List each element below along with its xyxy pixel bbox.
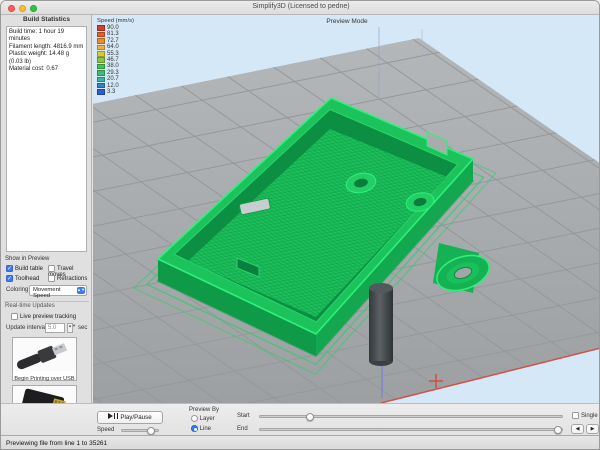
usb-caption: Begin Printing over USB (13, 376, 76, 383)
travel-moves-checkbox[interactable] (48, 265, 55, 272)
window-title: Simplify3D (Licensed to pedne) (1, 3, 600, 10)
legend-entry: 3.3 (97, 89, 134, 95)
stat-plastic-weight: Plastic weight: 14.48 g (0.03 lb) (9, 51, 84, 66)
checkbox-retractions[interactable]: Retractions (48, 275, 87, 282)
legend-swatch (97, 70, 105, 76)
legend-swatch (97, 38, 105, 44)
speed-slider-thumb[interactable] (147, 427, 155, 435)
build-statistics-title: Build Statistics (1, 16, 92, 23)
realtime-updates-title: Real-time Updates (5, 303, 55, 309)
start-slider-label: Start (237, 413, 250, 419)
status-text: Previewing file from line 1 to 35261 (6, 440, 107, 447)
speed-slider[interactable] (121, 429, 159, 432)
start-slider[interactable] (259, 415, 563, 418)
legend-swatch (97, 89, 105, 95)
sidebar: Build Statistics Build time: 1 hour 19 m… (1, 15, 92, 435)
legend-swatch (97, 32, 105, 38)
usb-cable-photo (13, 338, 76, 371)
begin-printing-usb-button[interactable]: Begin Printing over USB (12, 337, 77, 381)
dropdown-stepper-icon: ▲▼ (77, 287, 85, 294)
update-interval-unit: sec (78, 325, 87, 331)
play-pause-button[interactable]: Play/Pause (97, 411, 163, 424)
line-radio[interactable] (191, 425, 198, 432)
update-interval-stepper[interactable]: ▲▼ (67, 323, 73, 333)
toolhead-checkbox[interactable]: ✓ (6, 275, 13, 282)
title-bar: Simplify3D (Licensed to pedne) (1, 1, 600, 15)
end-slider[interactable] (259, 428, 563, 431)
speed-slider-label: Speed (97, 427, 114, 433)
divider (4, 301, 89, 302)
single-line-checkbox-row[interactable]: Single line on (572, 412, 600, 419)
radio-layer[interactable]: Layer (191, 415, 215, 422)
coloring-dropdown[interactable]: Movement Speed ▲▼ (29, 285, 87, 296)
checkbox-live-preview[interactable]: Live preview tracking (11, 313, 76, 320)
legend-swatch (97, 64, 105, 70)
build-table-checkbox[interactable]: ✓ (6, 265, 13, 272)
speed-legend: Speed (mm/s) 90.0 81.3 72.7 64.0 55.3 46… (97, 18, 134, 95)
build-statistics-box: Build time: 1 hour 19 minutes Filament l… (6, 26, 87, 252)
step-back-button[interactable]: ◀ (571, 424, 584, 434)
radio-line[interactable]: Line (191, 425, 211, 432)
app-window: Simplify3D (Licensed to pedne) Build Sta… (0, 0, 600, 450)
live-preview-checkbox[interactable] (11, 313, 18, 320)
legend-swatch (97, 45, 105, 51)
legend-title: Speed (mm/s) (97, 18, 134, 24)
status-bar: Previewing file from line 1 to 35261 (1, 435, 600, 450)
play-pause-icon (108, 412, 118, 423)
step-forward-button[interactable]: ▶ (586, 424, 599, 434)
legend-swatch (97, 25, 105, 31)
single-line-checkbox[interactable] (572, 412, 579, 419)
layer-radio[interactable] (191, 415, 198, 422)
update-interval-input[interactable]: 5.0 (45, 323, 65, 333)
legend-swatch (97, 51, 105, 57)
checkbox-build-table[interactable]: ✓Build table (6, 265, 43, 272)
start-slider-thumb[interactable] (306, 413, 314, 421)
stat-build-time: Build time: 1 hour 19 minutes (9, 29, 84, 44)
end-slider-label: End (237, 426, 248, 432)
show-in-preview-label: Show in Preview (5, 256, 49, 262)
preview-mode-label: Preview Mode (93, 18, 600, 25)
legend-swatch (97, 77, 105, 83)
preview-by-label: Preview By (181, 407, 227, 413)
checkbox-toolhead[interactable]: ✓Toolhead (6, 275, 39, 282)
retractions-checkbox[interactable] (48, 275, 55, 282)
coloring-label: Coloring (6, 287, 28, 293)
preview-toolbar: Play/Pause Speed Preview By Layer Line S… (1, 403, 600, 435)
legend-swatch (97, 83, 105, 89)
legend-swatch (97, 57, 105, 63)
end-slider-thumb[interactable] (554, 426, 562, 434)
viewport-3d[interactable]: Preview Mode Speed (mm/s) 90.0 81.3 72.7… (93, 15, 600, 403)
stat-material-cost: Material cost: 0.67 (9, 66, 84, 73)
update-interval-label: Update interval (6, 325, 46, 331)
preview-scene (93, 15, 600, 403)
stat-filament-length: Filament length: 4816.9 mm (9, 44, 84, 51)
